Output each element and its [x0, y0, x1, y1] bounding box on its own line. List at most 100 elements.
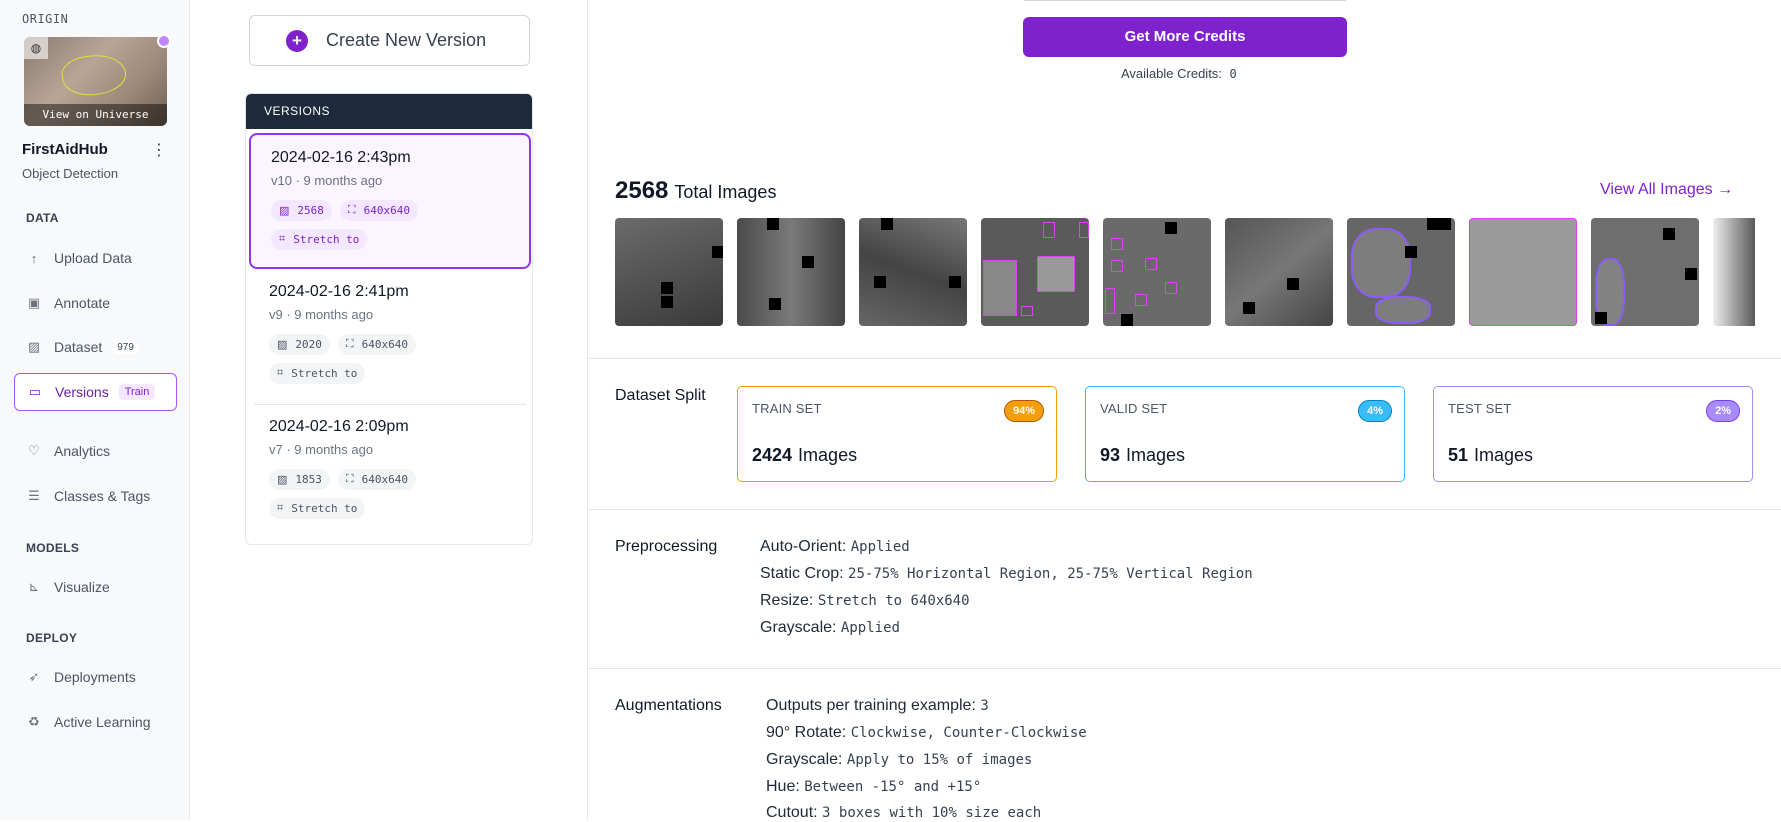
resize-chip: ⌗ Stretch to — [271, 229, 368, 250]
image-thumbnail[interactable] — [981, 218, 1089, 326]
sidebar-item-label: Versions — [55, 384, 109, 400]
sidebar-item-dataset[interactable]: ▨ Dataset 979 — [14, 328, 177, 366]
sidebar-item-annotate[interactable]: ▣ Annotate — [14, 284, 177, 322]
sidebar-item-label: Deployments — [54, 669, 136, 685]
view-on-universe-link[interactable]: View on Universe — [24, 104, 167, 126]
test-set-count: 51 Images — [1448, 445, 1533, 466]
crop-icon: ⌗ — [277, 502, 284, 514]
sidebar-item-classes-tags[interactable]: ☰ Classes & Tags — [14, 477, 177, 515]
image-thumbnail[interactable] — [1103, 218, 1211, 326]
prop-value: Applied — [850, 539, 910, 555]
more-options-icon[interactable]: ⋮ — [151, 140, 167, 160]
version-card-v7[interactable]: 2024-02-16 2:09pm v7 · 9 months ago ▨ 185… — [249, 404, 531, 540]
image-preview-row — [615, 218, 1755, 327]
sidebar-item-label: Active Learning — [54, 714, 151, 730]
sidebar-item-label: Analytics — [54, 443, 111, 459]
versions-header: VERSIONS — [246, 94, 532, 129]
total-images: 2568 Total Images — [615, 177, 776, 205]
plus-icon: + — [286, 29, 308, 52]
sidebar-item-label: Classes & Tags — [54, 488, 151, 504]
dataset-count-badge: 979 — [112, 340, 139, 354]
project-name: FirstAidHub — [22, 141, 108, 158]
prop-key: Outputs per training example: — [766, 697, 976, 714]
valid-set-card: VALID SET 4% 93 Images — [1085, 386, 1405, 482]
version-date: 2024-02-16 2:41pm — [269, 283, 409, 300]
prop-key: Resize: — [760, 592, 814, 609]
sidebar-item-label: Dataset — [54, 339, 103, 355]
prop-key: Grayscale: — [760, 619, 837, 636]
prop-value: Stretch to 640x640 — [817, 593, 970, 609]
credits-divider — [1024, 0, 1346, 1]
size-chip: ⛶ 640x640 — [339, 200, 418, 221]
classes-icon: ☰ — [28, 488, 40, 503]
prop-value: Between -15° and +15° — [804, 779, 982, 795]
project-type: Object Detection — [22, 166, 119, 181]
sidebar: ORIGIN ◍ View on Universe FirstAidHub ⋮ … — [0, 0, 190, 820]
sidebar-item-analytics[interactable]: ♡ Analytics — [14, 432, 177, 470]
train-badge: Train — [118, 384, 156, 400]
recycle-icon: ♻ — [28, 714, 40, 729]
version-card-v10[interactable]: 2024-02-16 2:43pm v10 · 9 months ago ▨ 25… — [249, 133, 531, 269]
annotation-polygon — [59, 49, 129, 101]
version-date: 2024-02-16 2:43pm — [271, 149, 411, 166]
image-thumbnail[interactable] — [1347, 218, 1455, 326]
view-all-images-link[interactable]: View All Images → — [1600, 181, 1733, 199]
sidebar-item-upload-data[interactable]: ↑ Upload Data — [14, 239, 177, 277]
prop-key: Static Crop: — [760, 565, 844, 582]
versions-icon: ▭ — [28, 384, 42, 399]
image-thumbnail[interactable] — [1591, 218, 1699, 326]
images-chip: ▨ 2020 — [269, 334, 330, 355]
version-date: 2024-02-16 2:09pm — [269, 418, 409, 435]
resize-chip: ⌗ Stretch to — [269, 363, 366, 384]
section-divider — [588, 358, 1781, 359]
image-size: 640x640 — [363, 204, 410, 217]
image-thumbnail[interactable] — [1469, 218, 1577, 326]
section-deploy: DEPLOY — [26, 631, 78, 645]
image-size: 640x640 — [361, 338, 408, 351]
crop-icon: ⌗ — [277, 367, 284, 379]
expand-icon: ⛶ — [345, 473, 354, 485]
train-set-card: TRAIN SET 94% 2424 Images — [737, 386, 1057, 482]
resize-mode: Stretch to — [291, 367, 358, 380]
train-set-count: 2424 Images — [752, 445, 857, 466]
section-divider — [588, 509, 1781, 510]
image-icon: ▨ — [279, 205, 290, 217]
prop-key: Hue: — [766, 778, 800, 795]
available-credits-value: 0 — [1229, 67, 1237, 81]
preprocessing-auto-orient: Auto-Orient: Applied — [760, 538, 910, 556]
count-unit: Images — [1126, 445, 1186, 465]
preprocessing-grayscale: Grayscale: Applied — [760, 619, 900, 637]
project-thumbnail[interactable]: ◍ View on Universe — [24, 37, 167, 126]
image-thumbnail[interactable] — [737, 218, 845, 326]
expand-icon: ⛶ — [347, 204, 356, 216]
sidebar-item-active-learning[interactable]: ♻ Active Learning — [14, 703, 177, 741]
prop-key: Grayscale: — [766, 751, 843, 768]
status-dot — [157, 34, 171, 48]
images-count: 1853 — [295, 473, 322, 486]
version-card-v9[interactable]: 2024-02-16 2:41pm v9 · 9 months ago ▨ 202… — [249, 269, 531, 405]
section-models: MODELS — [26, 541, 80, 555]
get-more-credits-button[interactable]: Get More Credits — [1023, 17, 1347, 57]
image-thumbnail[interactable] — [1713, 218, 1755, 326]
test-set-label: TEST SET — [1448, 401, 1512, 416]
prop-value: 3 boxes with 10% size each — [822, 805, 1042, 821]
rocket-icon: ➶ — [28, 669, 40, 684]
sidebar-item-deployments[interactable]: ➶ Deployments — [14, 658, 177, 696]
image-thumbnail[interactable] — [1225, 218, 1333, 326]
sidebar-item-visualize[interactable]: ⊾ Visualize — [14, 568, 177, 606]
image-size: 640x640 — [361, 473, 408, 486]
create-new-version-button[interactable]: + Create New Version — [249, 15, 530, 66]
sidebar-item-versions[interactable]: ▭ Versions Train — [14, 373, 177, 411]
train-set-percent: 94% — [1003, 400, 1044, 422]
annotate-icon: ▣ — [27, 295, 41, 310]
augmentation-outputs: Outputs per training example: 3 — [766, 697, 989, 715]
image-thumbnail[interactable] — [615, 218, 723, 326]
valid-set-count: 93 Images — [1100, 445, 1185, 466]
count-unit: Images — [798, 445, 858, 465]
images-chip: ▨ 2568 — [271, 200, 332, 221]
total-images-count: 2568 — [615, 177, 669, 204]
versions-panel: VERSIONS 2024-02-16 2:43pm v10 · 9 month… — [245, 93, 533, 545]
image-thumbnail[interactable] — [859, 218, 967, 326]
version-subtitle: v9 · 9 months ago — [269, 307, 374, 322]
create-new-version-label: Create New Version — [326, 30, 487, 50]
